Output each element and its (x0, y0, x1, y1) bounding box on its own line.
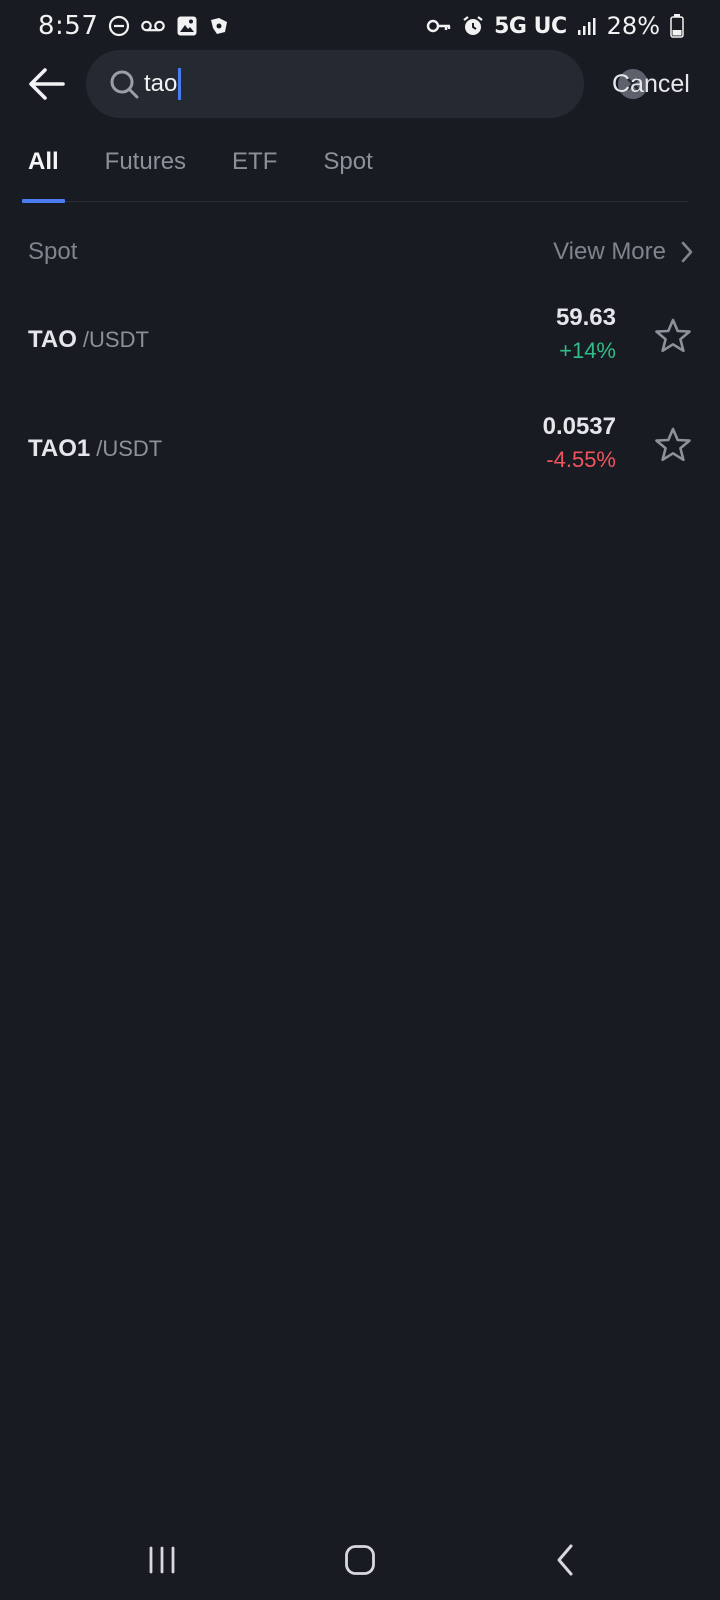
price-change: -4.55% (546, 447, 616, 472)
pair-symbol: TAO1/USDT (28, 435, 162, 463)
signal-icon (577, 16, 597, 36)
search-query[interactable]: tao (144, 66, 182, 102)
recent-apps-button[interactable] (132, 1530, 192, 1590)
spot-section-header: Spot View More (28, 238, 694, 274)
status-bar-right: 5G UC 28% (426, 12, 684, 40)
view-more-link[interactable]: View More (553, 238, 694, 266)
battery-icon (670, 14, 684, 38)
result-row[interactable]: TAO/USDT 59.63 +14% (0, 296, 720, 392)
search-input[interactable]: tao (86, 50, 648, 118)
home-button[interactable] (330, 1530, 390, 1590)
pair-symbol: TAO/USDT (28, 326, 149, 354)
status-bar-left: 8:57 (38, 11, 230, 41)
search-screen: 8:57 5G UC 28% tao Cancel All Futures ET… (0, 0, 720, 1600)
result-row[interactable]: TAO1/USDT 0.0537 -4.55% (0, 405, 720, 501)
last-price: 0.0537 (542, 413, 616, 440)
star-icon[interactable] (654, 317, 692, 355)
battery-percent: 28% (606, 12, 660, 40)
vpn-key-icon (426, 18, 452, 34)
section-title: Spot (28, 238, 78, 265)
system-back-button[interactable] (535, 1530, 595, 1590)
arrow-left-icon (29, 68, 65, 100)
status-bar: 8:57 5G UC 28% (0, 0, 720, 52)
cancel-button[interactable]: Cancel (612, 68, 690, 100)
search-query-text: tao (144, 70, 178, 97)
tab-spot[interactable]: Spot (317, 140, 378, 202)
do-not-disturb-icon (108, 15, 130, 37)
search-header: tao Cancel (0, 50, 720, 118)
network-type: 5G UC (494, 13, 567, 39)
search-icon (110, 70, 139, 99)
view-more-label: View More (553, 238, 666, 265)
base-asset: TAO (28, 326, 77, 353)
chevron-right-icon (681, 241, 693, 263)
tab-futures[interactable]: Futures (99, 140, 192, 202)
chevron-left-icon (557, 1544, 573, 1576)
back-button[interactable] (24, 61, 70, 107)
home-icon (345, 1545, 375, 1575)
notification-app-icon (208, 15, 230, 37)
tab-all[interactable]: All (22, 140, 65, 203)
system-nav-bar (0, 1530, 720, 1600)
tab-etf[interactable]: ETF (226, 140, 283, 202)
gallery-icon (176, 15, 198, 37)
quote-asset: /USDT (82, 327, 149, 352)
status-time: 8:57 (38, 11, 99, 41)
text-cursor (178, 68, 182, 100)
star-icon[interactable] (654, 426, 692, 464)
category-tabs: All Futures ETF Spot (22, 140, 688, 203)
quote-asset: /USDT (96, 436, 163, 461)
price-change: +14% (559, 338, 616, 363)
recent-apps-icon (149, 1546, 175, 1574)
alarm-icon (462, 15, 484, 37)
last-price: 59.63 (555, 304, 616, 331)
voicemail-icon (140, 18, 166, 34)
base-asset: TAO1 (28, 435, 91, 462)
